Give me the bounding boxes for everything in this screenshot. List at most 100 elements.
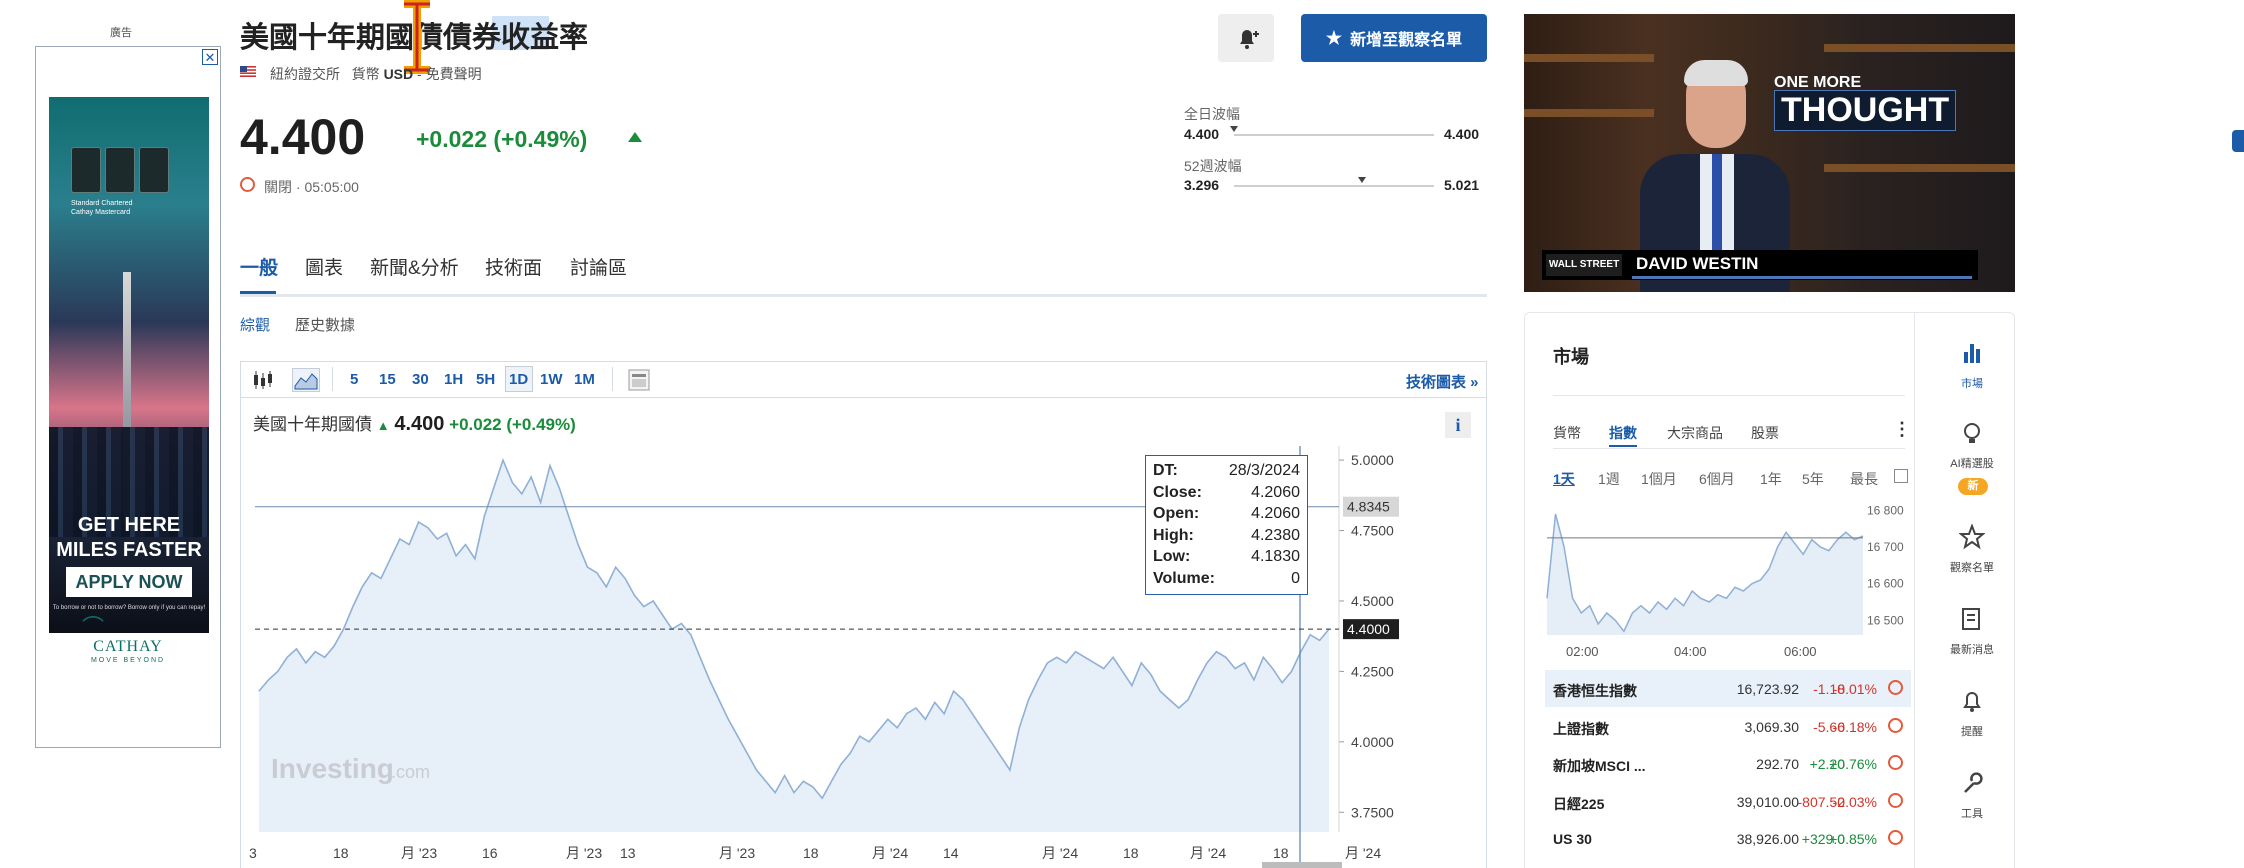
interval-30[interactable]: 30 — [412, 371, 429, 388]
market-row-name: 新加坡MSCI ... — [1553, 758, 1646, 774]
bell-plus-icon — [1240, 30, 1259, 49]
tab-chart[interactable]: 圖表 — [305, 253, 343, 280]
ad-card-text: Standard Chartered Cathay Mastercard — [71, 199, 132, 217]
period-1y[interactable]: 1年 — [1760, 469, 1782, 489]
investing-watermark: Investing — [271, 753, 394, 784]
tooltip-value: 0 — [1291, 569, 1300, 587]
rail-item-watchlist[interactable]: 觀察名單 — [1940, 523, 2004, 575]
tooltip-row: High: 4.2380 — [1153, 525, 1300, 547]
period-5y[interactable]: 5年 — [1802, 469, 1824, 489]
interval-1w[interactable]: 1W — [540, 371, 563, 388]
bookshelf — [1524, 54, 1654, 62]
calendar-icon[interactable] — [1894, 469, 1908, 483]
wrench-icon — [1964, 772, 1983, 793]
y-tick-label: 4.0000 — [1351, 734, 1394, 750]
subtab-historical-data[interactable]: 歷史數據 — [295, 314, 355, 335]
disclaimer-link[interactable]: 免費聲明 — [426, 66, 482, 82]
side-panel-toggle[interactable] — [2232, 130, 2244, 152]
y-tick-label: 4.7500 — [1351, 523, 1394, 539]
market-row[interactable]: US 30 38,926.00 +329.0 +0.85% — [1545, 820, 1911, 857]
tab-news-analysis[interactable]: 新聞&分析 — [370, 253, 459, 280]
rail-label: 觀察名單 — [1950, 562, 1994, 574]
rail-label: 最新消息 — [1950, 644, 1994, 656]
chart-info-button[interactable]: i — [1445, 412, 1471, 438]
tooltip-value: 4.2380 — [1251, 526, 1300, 544]
market-tab-indices[interactable]: 指數 — [1609, 423, 1637, 443]
more-options-icon[interactable]: ⋮ — [1893, 419, 1911, 440]
rail-item-tools[interactable]: 工具 — [1940, 770, 2004, 821]
mini-y-tick-label: 16 700 — [1867, 540, 1904, 554]
market-row[interactable]: 香港恒生指數 16,723.92 -1.18 -0.01% — [1545, 670, 1911, 707]
period-1m[interactable]: 1個月 — [1641, 469, 1677, 489]
tooltip-key: DT: — [1153, 462, 1178, 479]
close-icon[interactable]: ✕ — [202, 49, 218, 65]
interval-5[interactable]: 5 — [350, 371, 358, 388]
market-tab-currencies[interactable]: 貨幣 — [1553, 423, 1581, 443]
video-show-logo: WALL STREET — [1546, 254, 1622, 276]
video-player[interactable]: ONE MORE THOUGHT WALL STREET DAVID WESTI… — [1524, 14, 2015, 292]
tooltip-key: Volume: — [1153, 569, 1215, 587]
day-range-high: 4.400 — [1444, 126, 1480, 142]
x-tick-label: 3 — [249, 845, 257, 861]
toolbar-separator — [612, 367, 613, 391]
day-range-marker — [1230, 126, 1238, 132]
candlestick-icon[interactable] — [252, 370, 274, 390]
week52-range-label: 52週波幅 — [1184, 158, 1242, 174]
text-cursor-icon — [404, 0, 430, 74]
area-chart-icon[interactable] — [292, 368, 320, 392]
ad-image[interactable]: Standard Chartered Cathay Mastercard GET … — [49, 97, 209, 633]
tooltip-row: Volume: 0 — [1153, 568, 1300, 590]
mini-x-tick-label: 04:00 — [1674, 644, 1707, 659]
x-tick-label: 18 — [333, 845, 349, 861]
period-6m[interactable]: 6個月 — [1699, 469, 1735, 489]
week52-range-bar — [1234, 185, 1434, 187]
add-to-watchlist-button[interactable]: ★ 新增至觀察名單 — [1301, 14, 1487, 62]
tab-technical[interactable]: 技術面 — [485, 253, 542, 280]
market-row-percent: -2.03% — [1832, 793, 1877, 810]
market-row-price: 16,723.92 — [1736, 681, 1799, 697]
market-row[interactable]: 上證指數 3,069.30 -5.66 -0.18% — [1545, 708, 1911, 745]
subtab-overview[interactable]: 綜觀 — [240, 314, 270, 335]
credit-card-image — [139, 147, 169, 193]
period-1d[interactable]: 1天 — [1553, 469, 1575, 489]
mini-y-tick-label: 16 500 — [1867, 613, 1904, 627]
period-max[interactable]: 最長 — [1850, 469, 1878, 489]
market-title: 市場 — [1553, 347, 1589, 367]
tab-general[interactable]: 一般 — [240, 253, 278, 280]
bookshelf — [1824, 164, 2015, 172]
calendar-icon[interactable] — [628, 369, 650, 391]
tab-discussion[interactable]: 討論區 — [570, 253, 627, 280]
interval-5h[interactable]: 5H — [476, 371, 495, 388]
x-tick-label: 14 — [943, 845, 959, 861]
crosshair-value-label: 4.8345 — [1347, 499, 1390, 515]
ad-brand-tagline: MOVE BEYOND — [90, 657, 166, 664]
add-alert-button[interactable] — [1218, 14, 1274, 62]
market-mini-chart[interactable]: 16 800 16 700 16 600 16 500 02:00 04:00 06:00 — [1545, 495, 1913, 665]
technical-chart-link[interactable]: 技術圖表 » — [1406, 371, 1479, 392]
interval-15[interactable]: 15 — [379, 371, 396, 388]
x-tick-label: 18 — [1273, 845, 1289, 861]
interval-1h[interactable]: 1H — [444, 371, 463, 388]
separator: - — [417, 66, 422, 82]
x-tick-label: 月 '23 — [719, 845, 755, 861]
market-row-name: 日經225 — [1553, 795, 1605, 812]
rail-item-alerts[interactable]: 提醒 — [1940, 688, 2004, 739]
tooltip-row: DT: 28/3/2024 — [1153, 460, 1300, 482]
rail-item-news[interactable]: 最新消息 — [1940, 606, 2004, 657]
market-tab-stocks[interactable]: 股票 — [1751, 423, 1779, 443]
rail-item-ai-picks[interactable]: AI精選股 — [1940, 420, 2004, 471]
period-1w[interactable]: 1週 — [1598, 469, 1620, 489]
market-row[interactable]: 新加坡MSCI ... 292.70 +2.20 +0.76% — [1545, 745, 1911, 782]
rail-label: 工具 — [1961, 808, 1983, 820]
x-tick-label: 18 — [1123, 845, 1139, 861]
currency-code: USD — [383, 66, 414, 82]
interval-1m[interactable]: 1M — [574, 371, 595, 388]
currency-label: 貨幣 — [351, 66, 380, 82]
tooltip-row: Low: 4.1830 — [1153, 546, 1300, 568]
apply-now-button[interactable]: APPLY NOW — [66, 567, 192, 597]
interval-1d[interactable]: 1D — [509, 371, 528, 388]
credit-card-image — [71, 147, 101, 193]
market-tab-commodities[interactable]: 大宗商品 — [1667, 423, 1723, 443]
rail-item-market[interactable]: 市場 — [1940, 340, 2004, 391]
market-row[interactable]: 日經225 39,010.00 -807.50 -2.03% — [1545, 783, 1911, 820]
